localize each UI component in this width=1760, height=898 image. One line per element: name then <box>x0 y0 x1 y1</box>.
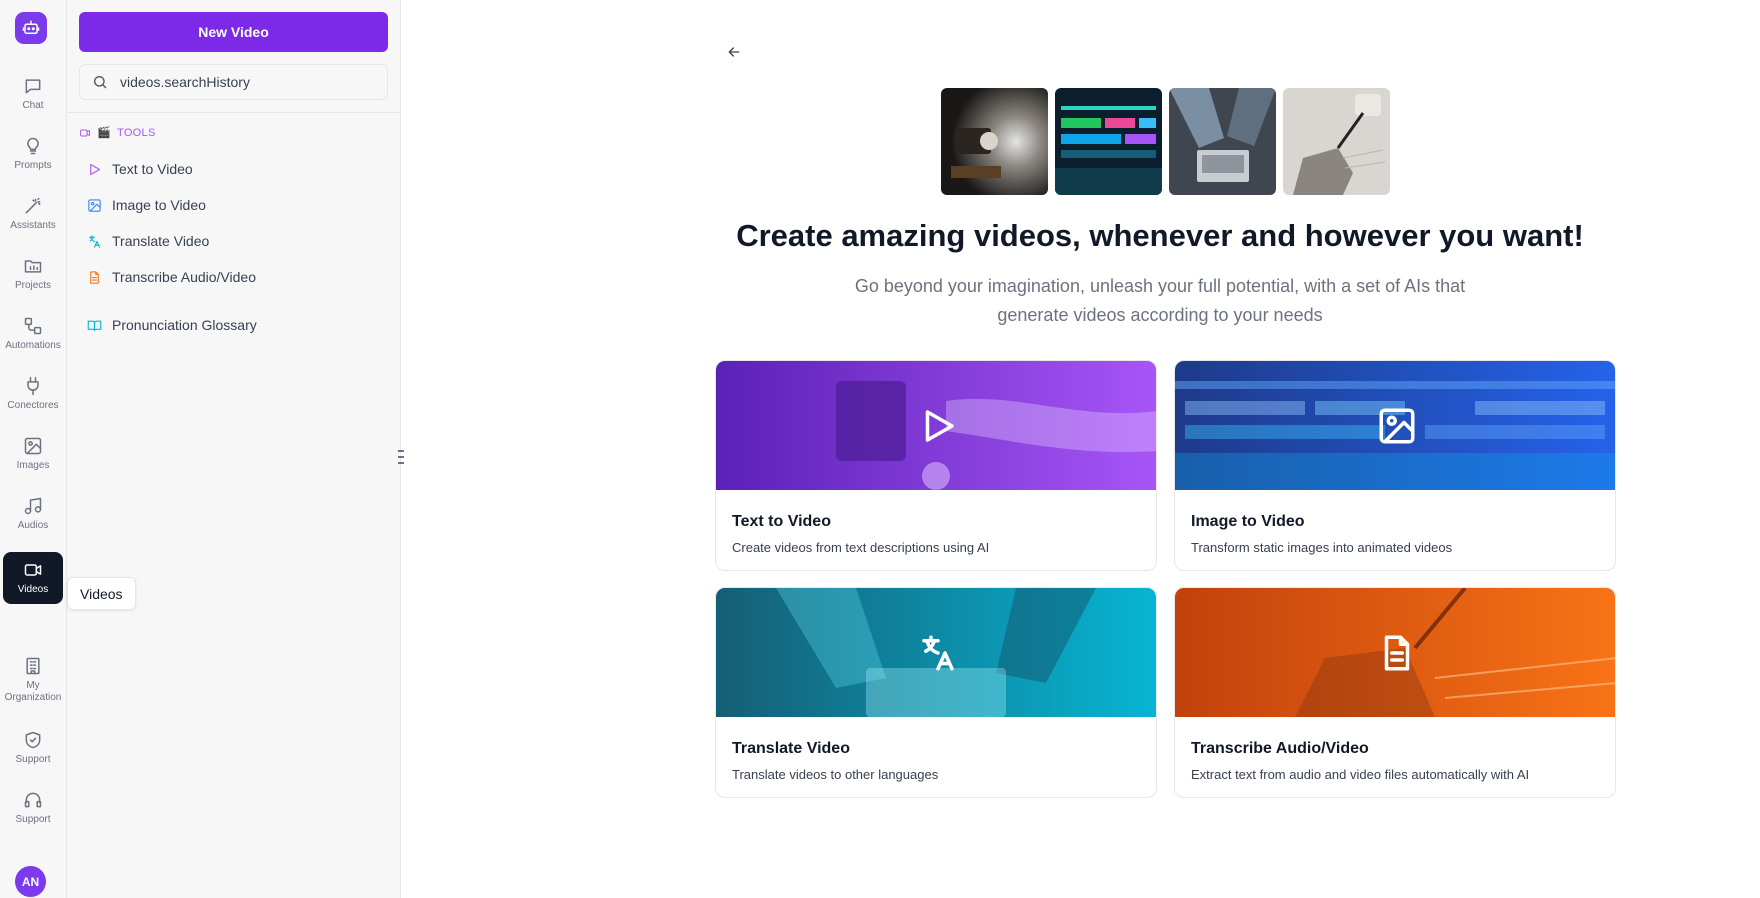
music-icon <box>24 497 42 515</box>
lightbulb-icon <box>27 137 39 155</box>
rail-item-support-headphones[interactable]: Support <box>3 782 63 834</box>
file-text-icon <box>1376 632 1418 674</box>
card-title: Text to Video <box>732 513 831 530</box>
image-icon <box>24 437 42 455</box>
video-icon <box>80 129 90 136</box>
sidebar-item-label: Text to Video <box>112 161 193 177</box>
rail-item-my-organization[interactable]: My Organization <box>3 648 63 712</box>
rail-item-label: Conectores <box>7 400 59 411</box>
rail-item-label: Chat <box>22 100 44 111</box>
rail-item-label: Support <box>15 754 51 765</box>
page-subtitle: Go beyond your imagination, unleash your… <box>854 276 1466 325</box>
sidebar-item-label: Translate Video <box>112 233 210 249</box>
card-description: Create videos from text descriptions usi… <box>732 540 990 555</box>
file-text-icon <box>90 270 99 284</box>
sidebar-item-image-to-video[interactable]: Image to Video <box>87 193 206 217</box>
rail-item-label: Audios <box>17 520 49 531</box>
translate-icon <box>917 632 959 674</box>
rail-item-label: Assistants <box>10 220 56 231</box>
robot-icon <box>22 20 40 34</box>
search-icon <box>94 76 107 89</box>
rail-item-label: Projects <box>14 280 52 291</box>
sidebar-item-label: Transcribe Audio/Video <box>112 269 256 285</box>
back-button[interactable] <box>722 40 746 64</box>
rail-item-images[interactable]: Images <box>3 428 63 480</box>
card-description: Transform static images into animated vi… <box>1191 540 1453 555</box>
clapperboard-icon: 🎬 <box>97 127 111 139</box>
rail-item-automations[interactable]: Automations <box>3 308 63 360</box>
card-banner <box>716 361 1156 490</box>
rail-item-label: Videos <box>17 584 49 595</box>
play-icon <box>90 163 101 175</box>
play-icon <box>917 405 959 447</box>
headphones-icon <box>24 792 42 808</box>
videos-sidebar: New Video 🎬 TOOLS Text to Video Image to… <box>67 0 401 898</box>
card-translate-video[interactable]: Translate Video Translate videos to othe… <box>715 587 1157 798</box>
card-banner <box>716 588 1156 717</box>
sidebar-item-label: Pronunciation Glossary <box>112 317 257 333</box>
sidebar-item-translate-video[interactable]: Translate Video <box>87 229 209 253</box>
rail-item-label: Images <box>16 460 50 471</box>
video-icon <box>24 564 42 576</box>
search-box <box>79 64 388 100</box>
card-image-to-video[interactable]: Image to Video Transform static images i… <box>1174 360 1616 571</box>
sidebar-item-transcribe[interactable]: Transcribe Audio/Video <box>87 265 256 289</box>
card-title: Image to Video <box>1191 513 1305 530</box>
card-title: Transcribe Audio/Video <box>1191 740 1369 757</box>
rail-item-label: Automations <box>5 340 61 351</box>
plug-icon <box>27 376 39 396</box>
chat-icon <box>25 79 41 94</box>
hero-image-editing-timeline <box>1055 88 1162 195</box>
divider <box>67 112 401 113</box>
card-banner <box>1175 361 1615 490</box>
magic-wand-icon <box>25 197 41 214</box>
building-icon <box>26 657 40 675</box>
translate-icon <box>88 234 101 248</box>
card-transcribe[interactable]: Transcribe Audio/Video Extract text from… <box>1174 587 1616 798</box>
new-video-button[interactable]: New Video <box>79 12 388 52</box>
tools-section-header: 🎬 TOOLS <box>79 126 156 139</box>
panel-resize-handle[interactable] <box>397 450 405 464</box>
image-icon <box>88 198 101 212</box>
avatar[interactable]: AN <box>15 866 46 897</box>
tooltip: Videos <box>67 577 136 610</box>
app-root: Chat Prompts Assistants Projects Automat… <box>0 0 1760 898</box>
rail-item-label: Prompts <box>14 160 52 171</box>
rail-item-label: Support <box>15 814 51 825</box>
rail-item-assistants[interactable]: Assistants <box>3 188 63 240</box>
app-logo[interactable] <box>15 12 47 44</box>
icon-rail: Chat Prompts Assistants Projects Automat… <box>0 0 67 898</box>
hero-image-projector <box>941 88 1048 195</box>
card-text-to-video[interactable]: Text to Video Create videos from text de… <box>715 360 1157 571</box>
rail-item-label: My Organization <box>4 680 62 703</box>
rail-item-videos[interactable]: Videos <box>3 552 63 604</box>
sidebar-item-pronunciation-glossary[interactable]: Pronunciation Glossary <box>87 313 257 337</box>
rail-item-projects[interactable]: Projects <box>3 248 63 300</box>
sidebar-item-text-to-video[interactable]: Text to Video <box>87 157 193 181</box>
rail-item-chat[interactable]: Chat <box>3 68 63 120</box>
sidebar-item-label: Image to Video <box>112 197 206 213</box>
card-description: Extract text from audio and video files … <box>1191 767 1530 782</box>
shield-icon <box>25 731 41 749</box>
hero-image-laptop-hands <box>1169 88 1276 195</box>
workflow-icon <box>24 317 42 335</box>
search-input[interactable] <box>120 74 380 90</box>
book-open-icon <box>87 320 102 331</box>
card-title: Translate Video <box>732 740 850 757</box>
hero-image-writing-hand <box>1283 88 1390 195</box>
card-banner <box>1175 588 1615 717</box>
rail-item-conectores[interactable]: Conectores <box>3 368 63 420</box>
folder-icon <box>24 260 42 273</box>
rail-item-audios[interactable]: Audios <box>3 488 63 540</box>
rail-item-support-shield[interactable]: Support <box>3 722 63 774</box>
card-description: Translate videos to other languages <box>732 767 939 782</box>
arrow-left-icon <box>728 47 740 57</box>
image-icon <box>1376 405 1418 447</box>
page-title: Create amazing videos, whenever and howe… <box>736 218 1584 253</box>
section-label: TOOLS <box>117 126 156 139</box>
rail-item-prompts[interactable]: Prompts <box>3 128 63 180</box>
